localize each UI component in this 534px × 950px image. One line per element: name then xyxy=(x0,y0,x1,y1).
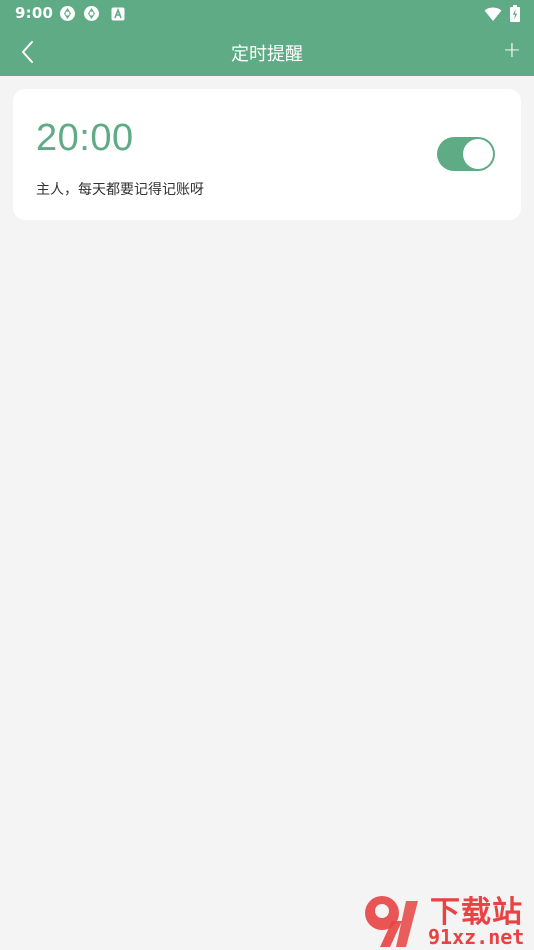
battery-charging-icon xyxy=(510,5,520,22)
app-notification-icon xyxy=(84,6,99,21)
watermark: 下载站 91xz.net xyxy=(360,887,534,950)
page-title: 定时提醒 xyxy=(231,44,303,65)
app-bar: 定时提醒 + xyxy=(0,28,534,76)
toggle-knob xyxy=(463,139,493,169)
status-icons xyxy=(59,5,125,22)
reminder-message: 主人，每天都要记得记账呀 xyxy=(36,182,204,198)
reminder-time: 20:00 xyxy=(36,117,134,159)
wifi-icon xyxy=(484,7,502,21)
status-bar: 9:00 xyxy=(0,0,534,28)
text-a-icon xyxy=(111,7,125,20)
app-notification-icon xyxy=(60,6,75,21)
watermark-bottom-text: 91xz.net xyxy=(428,925,525,949)
status-right-icons xyxy=(484,5,520,22)
add-reminder-button[interactable]: + xyxy=(500,37,524,65)
watermark-logo-icon xyxy=(365,896,418,947)
reminder-toggle[interactable] xyxy=(437,137,495,171)
status-time: 9:00 xyxy=(15,4,54,22)
reminder-card[interactable]: 20:00 主人，每天都要记得记账呀 xyxy=(13,89,521,220)
